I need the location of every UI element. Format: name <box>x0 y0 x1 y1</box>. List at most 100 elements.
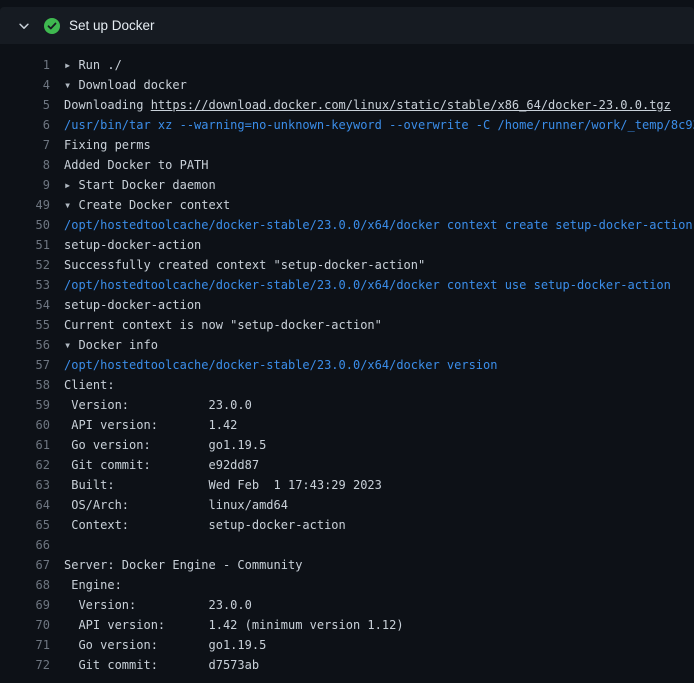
log-line: 72 Git commit: d7573ab <box>0 655 694 675</box>
download-url-link[interactable]: https://download.docker.com/linux/static… <box>151 98 671 112</box>
line-number[interactable]: 68 <box>0 575 50 595</box>
log-group-toggle[interactable]: ▾ Docker info <box>50 335 694 355</box>
log-lines-container: 1▸ Run ./4▾ Download docker5Downloading … <box>0 44 694 675</box>
log-text: Git commit: d7573ab <box>50 655 694 675</box>
line-number[interactable]: 63 <box>0 475 50 495</box>
log-line: 5Downloading https://download.docker.com… <box>0 95 694 115</box>
log-text: Version: 23.0.0 <box>50 595 694 615</box>
triangle-right-icon: ▸ <box>64 178 71 192</box>
log-group-toggle[interactable]: ▾ Download docker <box>50 75 694 95</box>
log-line: 57/opt/hostedtoolcache/docker-stable/23.… <box>0 355 694 375</box>
line-number[interactable]: 9 <box>0 175 50 195</box>
log-text: Server: Docker Engine - Community <box>50 555 694 575</box>
log-command-text: /opt/hostedtoolcache/docker-stable/23.0.… <box>50 215 694 235</box>
line-number[interactable]: 4 <box>0 75 50 95</box>
log-text: API version: 1.42 (minimum version 1.12) <box>50 615 694 635</box>
log-line: 52Successfully created context "setup-do… <box>0 255 694 275</box>
line-number[interactable]: 71 <box>0 635 50 655</box>
log-text: Built: Wed Feb 1 17:43:29 2023 <box>50 475 694 495</box>
line-number[interactable]: 50 <box>0 215 50 235</box>
line-number[interactable]: 6 <box>0 115 50 135</box>
actions-log-viewer: Set up Docker 1▸ Run ./4▾ Download docke… <box>0 0 694 683</box>
log-line: 56▾ Docker info <box>0 335 694 355</box>
line-number[interactable]: 58 <box>0 375 50 395</box>
log-text: Downloading https://download.docker.com/… <box>50 95 694 115</box>
log-group-toggle[interactable]: ▾ Create Docker context <box>50 195 694 215</box>
line-number[interactable]: 60 <box>0 415 50 435</box>
log-line: 71 Go version: go1.19.5 <box>0 635 694 655</box>
line-number[interactable]: 1 <box>0 55 50 75</box>
log-text <box>50 535 694 555</box>
line-number[interactable]: 70 <box>0 615 50 635</box>
line-number[interactable]: 67 <box>0 555 50 575</box>
log-line: 50/opt/hostedtoolcache/docker-stable/23.… <box>0 215 694 235</box>
line-number[interactable]: 52 <box>0 255 50 275</box>
line-number[interactable]: 49 <box>0 195 50 215</box>
triangle-right-icon: ▸ <box>64 58 71 72</box>
line-number[interactable]: 54 <box>0 295 50 315</box>
log-line: 70 API version: 1.42 (minimum version 1.… <box>0 615 694 635</box>
log-line: 62 Git commit: e92dd87 <box>0 455 694 475</box>
log-line: 68 Engine: <box>0 575 694 595</box>
log-text: Git commit: e92dd87 <box>50 455 694 475</box>
log-text: Fixing perms <box>50 135 694 155</box>
log-text: API version: 1.42 <box>50 415 694 435</box>
line-number[interactable]: 53 <box>0 275 50 295</box>
log-text: Version: 23.0.0 <box>50 395 694 415</box>
line-number[interactable]: 66 <box>0 535 50 555</box>
log-text: setup-docker-action <box>50 295 694 315</box>
log-line: 63 Built: Wed Feb 1 17:43:29 2023 <box>0 475 694 495</box>
line-number[interactable]: 8 <box>0 155 50 175</box>
log-text: Client: <box>50 375 694 395</box>
line-number[interactable]: 64 <box>0 495 50 515</box>
line-number[interactable]: 72 <box>0 655 50 675</box>
line-number[interactable]: 56 <box>0 335 50 355</box>
log-line: 67Server: Docker Engine - Community <box>0 555 694 575</box>
line-number[interactable]: 59 <box>0 395 50 415</box>
log-line: 64 OS/Arch: linux/amd64 <box>0 495 694 515</box>
line-number[interactable]: 61 <box>0 435 50 455</box>
chevron-down-icon[interactable] <box>16 18 32 34</box>
log-line: 65 Context: setup-docker-action <box>0 515 694 535</box>
log-command-text: /usr/bin/tar xz --warning=no-unknown-key… <box>50 115 694 135</box>
step-title: Set up Docker <box>69 18 155 33</box>
log-line: 60 API version: 1.42 <box>0 415 694 435</box>
log-line: 8Added Docker to PATH <box>0 155 694 175</box>
line-number[interactable]: 55 <box>0 315 50 335</box>
log-text: Current context is now "setup-docker-act… <box>50 315 694 335</box>
log-text: setup-docker-action <box>50 235 694 255</box>
log-text: Go version: go1.19.5 <box>50 435 694 455</box>
line-number[interactable]: 5 <box>0 95 50 115</box>
triangle-down-icon: ▾ <box>64 338 71 352</box>
log-text: Engine: <box>50 575 694 595</box>
log-text: OS/Arch: linux/amd64 <box>50 495 694 515</box>
log-command-text: /opt/hostedtoolcache/docker-stable/23.0.… <box>50 355 694 375</box>
log-line: 4▾ Download docker <box>0 75 694 95</box>
log-line: 53/opt/hostedtoolcache/docker-stable/23.… <box>0 275 694 295</box>
line-number[interactable]: 69 <box>0 595 50 615</box>
log-text: Added Docker to PATH <box>50 155 694 175</box>
line-number[interactable]: 51 <box>0 235 50 255</box>
log-group-toggle[interactable]: ▸ Run ./ <box>50 55 694 75</box>
log-group-toggle[interactable]: ▸ Start Docker daemon <box>50 175 694 195</box>
line-number[interactable]: 7 <box>0 135 50 155</box>
log-line: 7Fixing perms <box>0 135 694 155</box>
triangle-down-icon: ▾ <box>64 198 71 212</box>
log-line: 51setup-docker-action <box>0 235 694 255</box>
log-line: 55Current context is now "setup-docker-a… <box>0 315 694 335</box>
triangle-down-icon: ▾ <box>64 78 71 92</box>
log-line: 58Client: <box>0 375 694 395</box>
log-line: 66 <box>0 535 694 555</box>
log-text: Go version: go1.19.5 <box>50 635 694 655</box>
log-line: 6/usr/bin/tar xz --warning=no-unknown-ke… <box>0 115 694 135</box>
log-line: 54setup-docker-action <box>0 295 694 315</box>
line-number[interactable]: 57 <box>0 355 50 375</box>
log-text: Successfully created context "setup-dock… <box>50 255 694 275</box>
success-check-circle-icon <box>44 18 60 34</box>
line-number[interactable]: 65 <box>0 515 50 535</box>
log-line: 61 Go version: go1.19.5 <box>0 435 694 455</box>
step-header[interactable]: Set up Docker <box>0 7 694 44</box>
log-text: Context: setup-docker-action <box>50 515 694 535</box>
line-number[interactable]: 62 <box>0 455 50 475</box>
log-line: 69 Version: 23.0.0 <box>0 595 694 615</box>
